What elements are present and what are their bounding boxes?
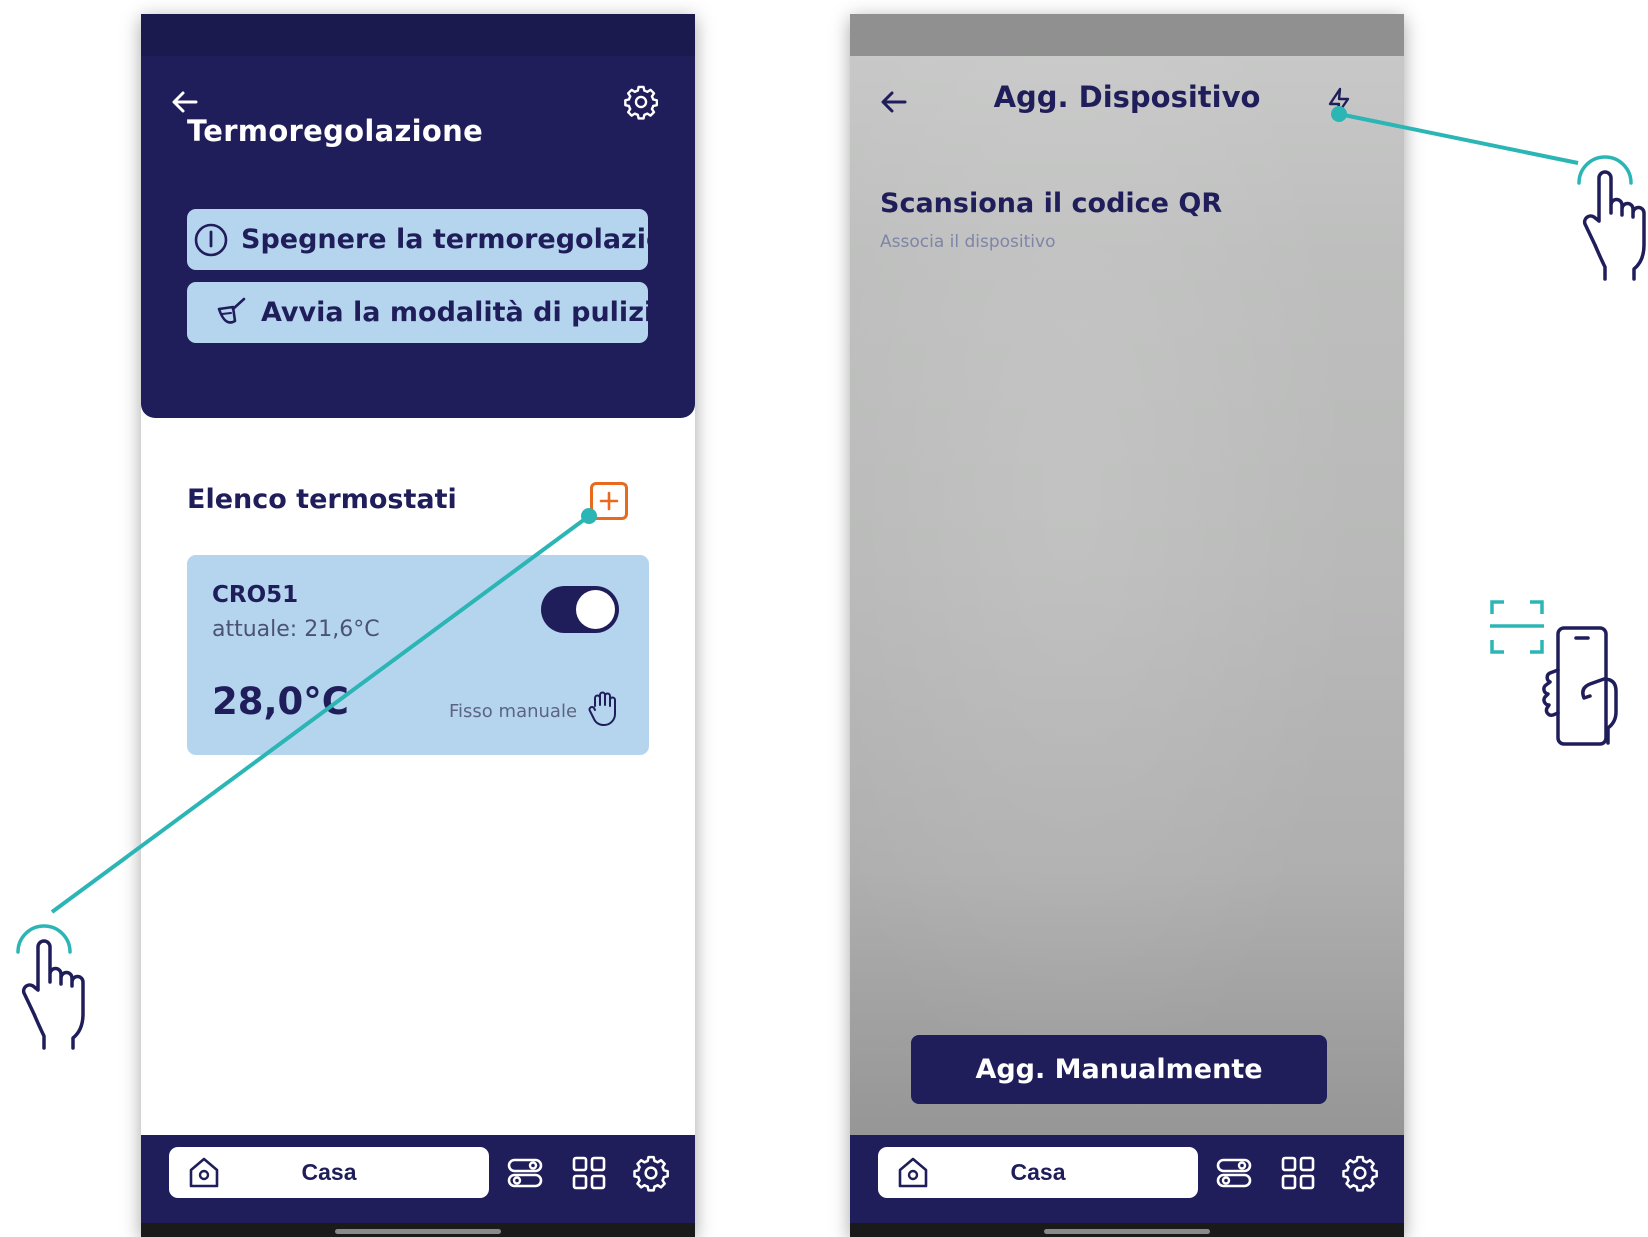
phone-screen-thermoregulation: Termoregolazione Spegnere la termoregola… — [141, 14, 695, 1237]
turn-off-label: Spegnere la termoregolazione — [241, 224, 695, 255]
power-icon — [193, 220, 229, 260]
thermostat-list-title: Elenco termostati — [187, 484, 457, 515]
nav-home-label: Casa — [1010, 1159, 1066, 1185]
home-indicator[interactable] — [335, 1229, 501, 1234]
status-bar — [141, 14, 695, 56]
turn-off-thermoregulation-button[interactable]: Spegnere la termoregolazione — [187, 209, 695, 270]
add-manually-button[interactable]: Agg. Manualmente — [911, 1035, 1327, 1104]
scan-qr-phone-icon — [1490, 600, 1618, 746]
gear-icon[interactable] — [1340, 1153, 1380, 1193]
toggles-icon[interactable] — [505, 1153, 545, 1193]
flash-button[interactable] — [1317, 80, 1361, 124]
hand-icon — [588, 691, 616, 726]
grid-icon[interactable] — [569, 1153, 609, 1193]
mode-label: Fisso manuale — [449, 701, 578, 722]
add-thermostat-button[interactable] — [590, 482, 628, 520]
thermostat-card[interactable]: CRO51 attuale: 21,6°C 28,0°C Fisso manua… — [187, 555, 649, 755]
gear-icon — [624, 85, 659, 120]
thermostat-name: CRO51 — [212, 582, 299, 608]
system-gesture-area — [141, 1223, 695, 1237]
home-indicator[interactable] — [1044, 1229, 1210, 1234]
current-temperature: attuale: 21,6°C — [212, 617, 380, 642]
tap-gesture-icon — [16, 924, 85, 1050]
qr-scan-title: Scansiona il codice QR — [880, 188, 1223, 219]
bottom-nav: Casa — [850, 1135, 1404, 1223]
bottom-nav: Casa — [141, 1135, 695, 1223]
nav-home-tab[interactable]: Casa — [878, 1147, 1198, 1198]
arrow-left-icon — [172, 91, 198, 113]
flash-icon — [1328, 87, 1350, 117]
start-cleaning-mode-button[interactable]: Avvia la modalità di pulizia — [187, 282, 671, 343]
gear-icon[interactable] — [631, 1153, 671, 1193]
thermostat-toggle[interactable] — [541, 586, 619, 633]
plus-square-icon — [599, 491, 619, 511]
page-title: Termoregolazione — [187, 114, 484, 148]
toggle-knob — [576, 590, 615, 629]
add-manually-label: Agg. Manualmente — [975, 1054, 1263, 1085]
system-gesture-area — [850, 1223, 1404, 1237]
tap-gesture-icon — [1577, 155, 1646, 281]
toggles-icon[interactable] — [1214, 1153, 1254, 1193]
nav-home-label: Casa — [301, 1159, 357, 1185]
qr-scan-subtitle: Associa il dispositivo — [880, 232, 1056, 252]
status-bar — [850, 14, 1404, 56]
phone-screen-add-device: Agg. Dispositivo Scansiona il codice QR … — [850, 14, 1404, 1237]
setpoint-temperature: 28,0°C — [212, 680, 349, 723]
cleaning-label: Avvia la modalità di pulizia — [261, 297, 672, 328]
nav-home-tab[interactable]: Casa — [169, 1147, 489, 1198]
grid-icon[interactable] — [1278, 1153, 1318, 1193]
broom-icon — [213, 293, 249, 333]
settings-button[interactable] — [619, 80, 663, 124]
